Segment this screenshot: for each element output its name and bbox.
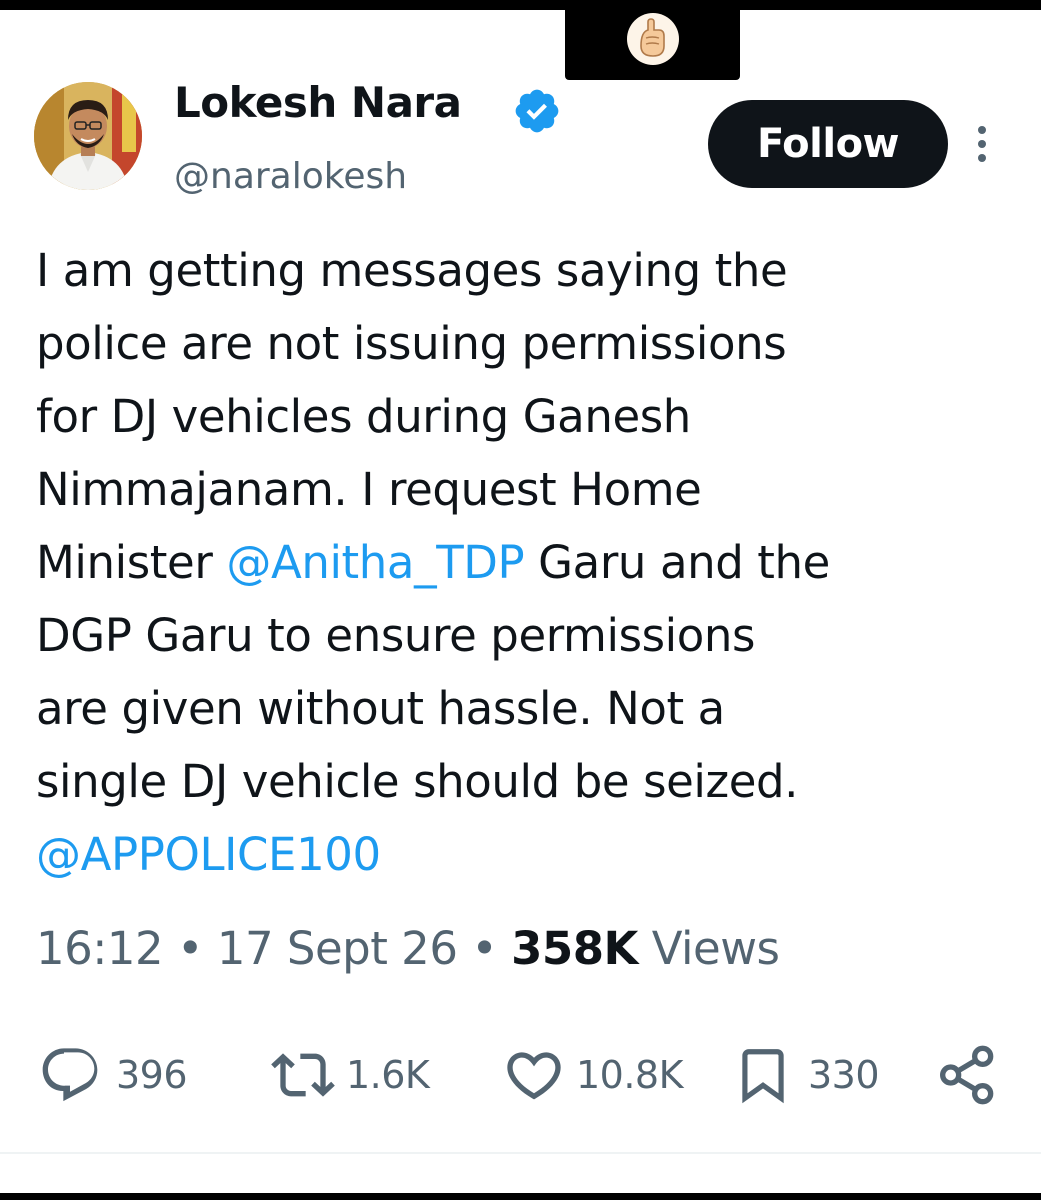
tweet-text-segment: Nimmajanam. I request Home	[36, 463, 702, 516]
tweet-text-segment: are given without hassle. Not a	[36, 682, 725, 735]
tweet-text: I am getting messages saying the police a…	[36, 234, 1026, 891]
tweet-time[interactable]: 16:12	[36, 922, 164, 975]
tweet-meta: 16:12 • 17 Sept 26 • 358K Views	[36, 922, 780, 975]
author-name[interactable]: Lokesh Nara	[174, 78, 462, 127]
tweet-text-line: DGP Garu to ensure permissions	[36, 599, 1026, 672]
tweet-text-segment: Garu and the	[524, 536, 830, 589]
tweet-text-segment: for DJ vehicles during Ganesh	[36, 390, 691, 443]
tweet-text-segment: Minister	[36, 536, 227, 589]
author-handle[interactable]: @naralokesh	[174, 156, 407, 197]
avatar-image	[34, 82, 142, 190]
tweet-actions-bar: 396 1.6K 10.8K 330	[0, 1040, 1041, 1110]
repost-icon	[271, 1053, 335, 1097]
more-options-icon[interactable]	[970, 122, 994, 166]
tweet-text-line: for DJ vehicles during Ganesh	[36, 380, 1026, 453]
reply-count: 396	[116, 1053, 188, 1097]
tweet-text-segment: DGP Garu to ensure permissions	[36, 609, 756, 662]
mention-link[interactable]: @APPOLICE100	[36, 828, 381, 881]
meta-separator: •	[471, 922, 498, 975]
verified-badge-icon	[515, 89, 559, 133]
tweet-text-line: @APPOLICE100	[36, 818, 1026, 891]
follow-button[interactable]: Follow	[708, 100, 948, 188]
share-button[interactable]	[936, 1040, 1000, 1110]
like-count: 10.8K	[576, 1053, 684, 1097]
bookmark-button[interactable]: 330	[732, 1040, 880, 1110]
tweet-text-line: I am getting messages saying the	[36, 234, 1026, 307]
mention-link[interactable]: @Anitha_TDP	[226, 536, 524, 589]
bookmark-count: 330	[808, 1053, 880, 1097]
tweet-text-segment: I am getting messages saying the	[36, 244, 788, 297]
tweet-text-line: are given without hassle. Not a	[36, 672, 1026, 745]
share-icon	[940, 1045, 994, 1105]
repost-count: 1.6K	[346, 1053, 430, 1097]
status-bar-notch	[565, 10, 740, 80]
fist-emoji-icon	[626, 13, 679, 65]
views-count[interactable]: 358K	[511, 922, 638, 975]
tweet-text-segment: police are not issuing permissions	[36, 317, 787, 370]
meta-separator: •	[177, 922, 204, 975]
divider	[0, 1152, 1041, 1154]
tweet-date[interactable]: 17 Sept 26	[217, 922, 458, 975]
reply-icon	[42, 1048, 98, 1102]
bookmark-icon	[742, 1049, 784, 1104]
repost-button[interactable]: 1.6K	[268, 1040, 430, 1110]
views-label[interactable]: Views	[652, 922, 780, 975]
profile-avatar[interactable]	[34, 82, 142, 190]
tweet-text-line: police are not issuing permissions	[36, 307, 1026, 380]
reply-button[interactable]: 396	[38, 1040, 188, 1110]
like-icon	[507, 1052, 561, 1100]
tweet-card: Lokesh Nara @naralokesh Follow I am gett…	[0, 10, 1041, 1193]
tweet-text-segment: single DJ vehicle should be seized.	[36, 755, 799, 808]
tweet-text-line: Nimmajanam. I request Home	[36, 453, 1026, 526]
tweet-text-line: Minister @Anitha_TDP Garu and the	[36, 526, 1026, 599]
like-button[interactable]: 10.8K	[500, 1040, 684, 1110]
tweet-text-line: single DJ vehicle should be seized.	[36, 745, 1026, 818]
